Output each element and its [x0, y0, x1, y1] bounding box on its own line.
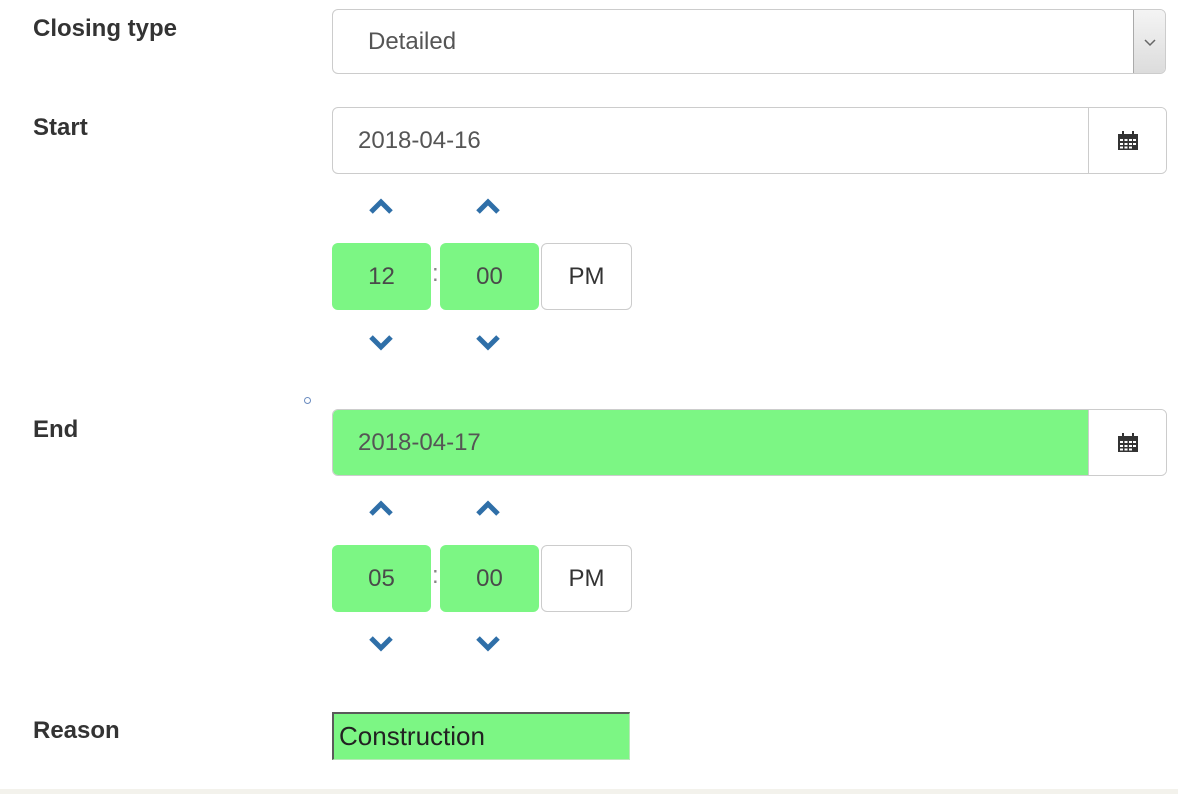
calendar-icon: [1117, 130, 1138, 150]
end-period-toggle[interactable]: PM: [541, 545, 632, 612]
end-time-separator: :: [432, 562, 439, 589]
end-date-input[interactable]: 2018-04-17: [333, 410, 1090, 475]
end-date-group: 2018-04-17: [332, 409, 1167, 476]
end-calendar-button[interactable]: [1088, 410, 1166, 475]
closing-type-value: Detailed: [368, 28, 457, 55]
start-calendar-button[interactable]: [1088, 108, 1166, 173]
start-hour-field[interactable]: 12: [332, 243, 431, 310]
closing-type-label: Closing type: [33, 15, 178, 42]
start-hour-increment-icon[interactable]: [367, 197, 395, 217]
start-date-group: 2018-04-16: [332, 107, 1167, 174]
start-hour-decrement-icon[interactable]: [367, 332, 395, 352]
end-hour-field[interactable]: 05: [332, 545, 431, 612]
start-period-toggle[interactable]: PM: [541, 243, 632, 310]
start-date-input[interactable]: 2018-04-16: [333, 108, 1090, 173]
start-minute-increment-icon[interactable]: [474, 197, 502, 217]
reason-input[interactable]: Construction: [332, 712, 630, 760]
closing-form: Closing type Detailed Start 2018-04-16 1…: [0, 0, 1178, 794]
end-minute-increment-icon[interactable]: [474, 499, 502, 519]
end-hour-decrement-icon[interactable]: [367, 633, 395, 653]
start-label: Start: [33, 114, 88, 141]
end-minute-field[interactable]: 00: [440, 545, 539, 612]
end-minute-decrement-icon[interactable]: [474, 633, 502, 653]
reason-label: Reason: [33, 717, 120, 744]
start-minute-decrement-icon[interactable]: [474, 332, 502, 352]
start-minute-field[interactable]: 00: [440, 243, 539, 310]
chevron-down-icon[interactable]: [1133, 10, 1165, 73]
end-label: End: [33, 416, 79, 443]
calendar-icon: [1117, 432, 1138, 452]
focus-marker-icon: [304, 397, 311, 404]
closing-type-select[interactable]: Detailed: [332, 9, 1166, 74]
footer-divider: [0, 789, 1178, 794]
end-hour-increment-icon[interactable]: [367, 499, 395, 519]
start-time-separator: :: [432, 260, 439, 287]
